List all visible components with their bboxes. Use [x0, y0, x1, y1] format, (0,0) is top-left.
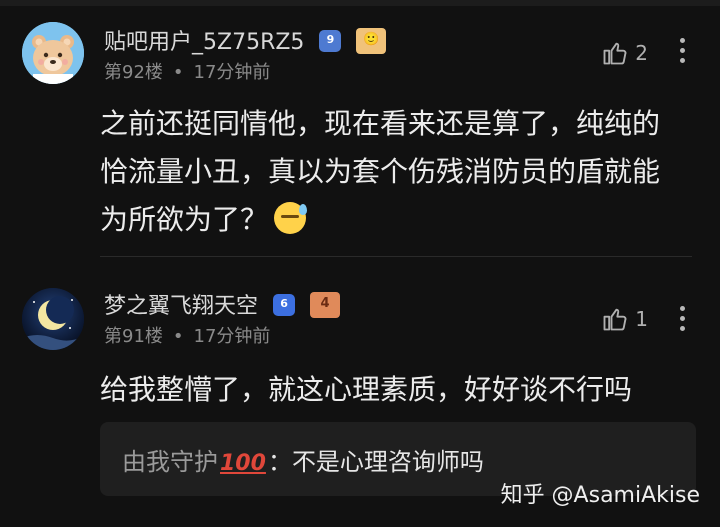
comment-text: 之前还挺同情他，现在看来还是算了，纯纯的 恰流量小丑，真以为套个伤残消防员的盾就…	[100, 100, 700, 244]
floor-number: 第91楼	[104, 326, 163, 347]
comment-line: 给我整懵了，就这心理素质，好好谈不行吗	[100, 373, 633, 406]
watermark: 知乎 @AsamiAkise	[500, 483, 700, 508]
username-row: 贴吧用户_5Z75RZ5 9 🙂	[104, 24, 387, 56]
avatar[interactable]	[22, 288, 84, 350]
username[interactable]: 梦之翼飞翔天空	[104, 294, 258, 319]
fan-badge: 🙂	[356, 28, 387, 54]
thumbs-up-icon	[603, 42, 627, 65]
reply-line: 由我守护100：不是心理咨询师吗	[122, 442, 484, 477]
avatar[interactable]	[22, 22, 84, 84]
comment-divider	[100, 256, 692, 257]
like-count: 1	[635, 307, 648, 331]
username-row: 梦之翼飞翔天空 6 4	[104, 288, 341, 320]
meta-separator: •	[172, 62, 184, 83]
like-count: 2	[635, 41, 648, 65]
like-button[interactable]: 1	[601, 304, 648, 334]
more-vertical-icon[interactable]	[678, 38, 686, 66]
level-badge: 6	[273, 294, 296, 316]
post-time: 17分钟前	[193, 62, 271, 83]
post-time: 17分钟前	[193, 326, 271, 347]
thumbs-up-icon	[603, 308, 627, 331]
comment-meta: 第92楼 • 17分钟前	[104, 58, 270, 84]
reply-colon: ：	[267, 448, 292, 476]
more-vertical-icon[interactable]	[678, 306, 686, 334]
level-badge: 9	[319, 30, 342, 52]
comment-line-with-emoji: 为所欲为了？	[100, 196, 700, 244]
sweat-face-emoji-icon	[274, 202, 308, 234]
comment-line: 恰流量小丑，真以为套个伤残消防员的盾就能	[100, 155, 661, 188]
meta-separator: •	[172, 326, 184, 347]
comment-text: 给我整懵了，就这心理素质，好好谈不行吗	[100, 366, 700, 414]
like-button[interactable]: 2	[601, 38, 648, 68]
reply-text: 不是心理咨询师吗	[291, 448, 484, 476]
top-edge	[0, 0, 720, 6]
username[interactable]: 贴吧用户_5Z75RZ5	[104, 30, 304, 55]
comment-item: 贴吧用户_5Z75RZ5 9 🙂 第92楼 • 17分钟前 2 之前还挺同情他，现在…	[0, 14, 720, 254]
bear-avatar-icon	[22, 22, 84, 84]
floor-number: 第92楼	[104, 62, 163, 83]
comment-meta: 第91楼 • 17分钟前	[104, 322, 270, 348]
comment-line: 之前还挺同情他，现在看来还是算了，纯纯的	[100, 107, 661, 140]
fan-badge: 4	[310, 292, 341, 318]
moon-avatar-icon	[22, 288, 84, 350]
hundred-points-emoji-icon: 100	[220, 451, 266, 476]
reply-username[interactable]: 由我守护	[122, 448, 218, 476]
